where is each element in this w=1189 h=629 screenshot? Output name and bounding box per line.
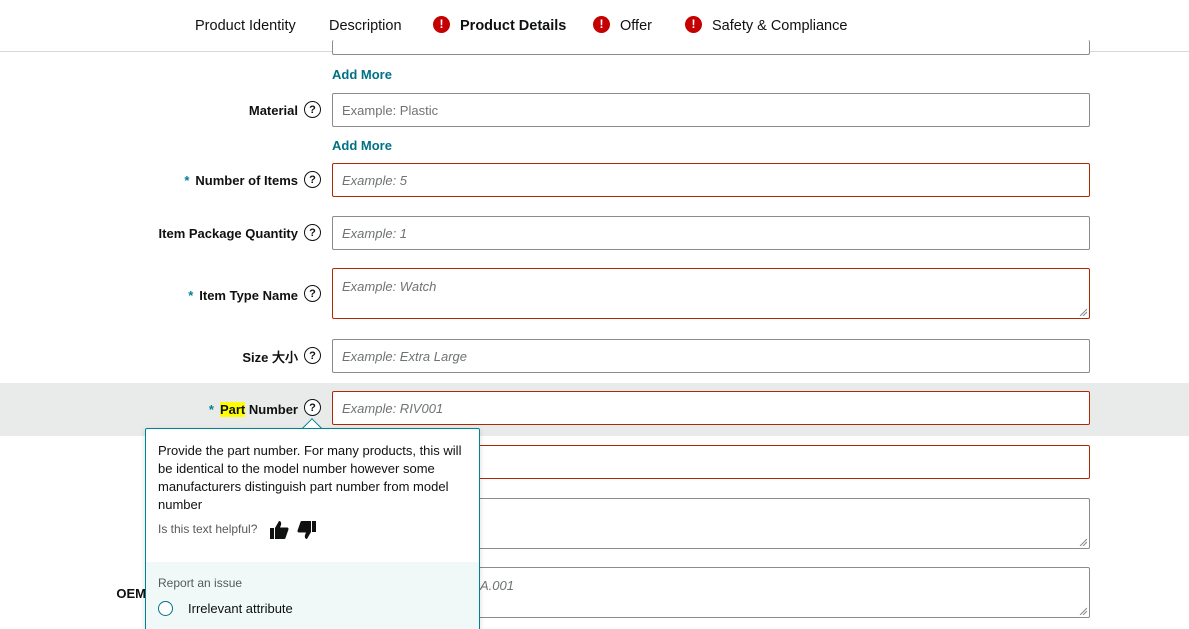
- report-issue-title: Report an issue: [158, 576, 243, 590]
- oem-label: OEM: [116, 585, 146, 602]
- size-input[interactable]: Example: Extra Large: [332, 339, 1090, 373]
- tab-label: Product Details: [460, 18, 567, 34]
- help-icon[interactable]: ?: [304, 101, 321, 118]
- number-of-items-input[interactable]: Example: 5: [332, 163, 1090, 197]
- irrelevant-attribute-radio[interactable]: [158, 601, 173, 616]
- error-icon: !: [433, 15, 450, 33]
- help-tooltip: Provide the part number. For many produc…: [145, 428, 480, 629]
- label-text: Number: [245, 402, 298, 417]
- add-more-link[interactable]: Add More: [332, 67, 392, 82]
- required-marker: *: [184, 173, 190, 188]
- label-text: Number of Items: [195, 173, 298, 188]
- thumbs-up-icon[interactable]: [269, 520, 289, 540]
- help-icon[interactable]: ?: [304, 347, 321, 364]
- help-icon[interactable]: ?: [304, 224, 321, 241]
- placeholder-text: Example: Watch: [342, 279, 437, 294]
- required-marker: *: [188, 288, 194, 303]
- error-icon: !: [685, 15, 702, 33]
- label-text: OEM: [116, 586, 146, 601]
- item-package-quantity-input[interactable]: Example: 1: [332, 216, 1090, 250]
- tab-label: Offer: [620, 18, 652, 34]
- tab-label: Description: [329, 18, 402, 34]
- size-label: Size 大小: [242, 348, 298, 365]
- tab-product-identity[interactable]: Product Identity: [195, 0, 296, 52]
- part-number-label: * Part Number: [209, 401, 298, 418]
- placeholder-text: A.001: [480, 578, 514, 593]
- tab-label: Safety & Compliance: [712, 18, 848, 34]
- help-icon[interactable]: ?: [304, 285, 321, 302]
- help-icon[interactable]: ?: [304, 399, 321, 416]
- item-type-name-label: * Item Type Name: [188, 287, 298, 304]
- tab-label: Product Identity: [195, 18, 296, 34]
- error-icon: !: [593, 15, 610, 33]
- resize-handle-icon[interactable]: [1079, 308, 1087, 316]
- part-number-input[interactable]: Example: RIV001: [332, 391, 1090, 425]
- item-type-name-textarea[interactable]: Example: Watch: [332, 268, 1090, 319]
- number-of-items-label: * Number of Items: [184, 172, 298, 189]
- help-icon[interactable]: ?: [304, 171, 321, 188]
- resize-handle-icon[interactable]: [1079, 607, 1087, 615]
- previous-field[interactable]: [332, 40, 1090, 55]
- required-marker: *: [208, 402, 214, 417]
- label-text: Item Type Name: [199, 288, 298, 303]
- report-issue-section: Report an issue Irrelevant attribute: [146, 562, 479, 629]
- tooltip-text: Provide the part number. For many produc…: [158, 443, 462, 512]
- thumbs-down-icon[interactable]: [297, 520, 317, 540]
- irrelevant-attribute-label[interactable]: Irrelevant attribute: [188, 601, 293, 616]
- resize-handle-icon[interactable]: [1079, 538, 1087, 546]
- item-package-quantity-label: Item Package Quantity: [159, 225, 298, 242]
- helpful-question: Is this text helpful?: [158, 522, 258, 536]
- material-input[interactable]: Example: Plastic: [332, 93, 1090, 127]
- material-label: Material: [249, 102, 298, 119]
- label-text: Item Package Quantity: [158, 226, 298, 241]
- search-highlight: Part: [219, 402, 246, 417]
- add-more-link[interactable]: Add More: [332, 138, 392, 153]
- label-text: Material: [248, 103, 298, 118]
- label-text: Size 大小: [242, 350, 298, 365]
